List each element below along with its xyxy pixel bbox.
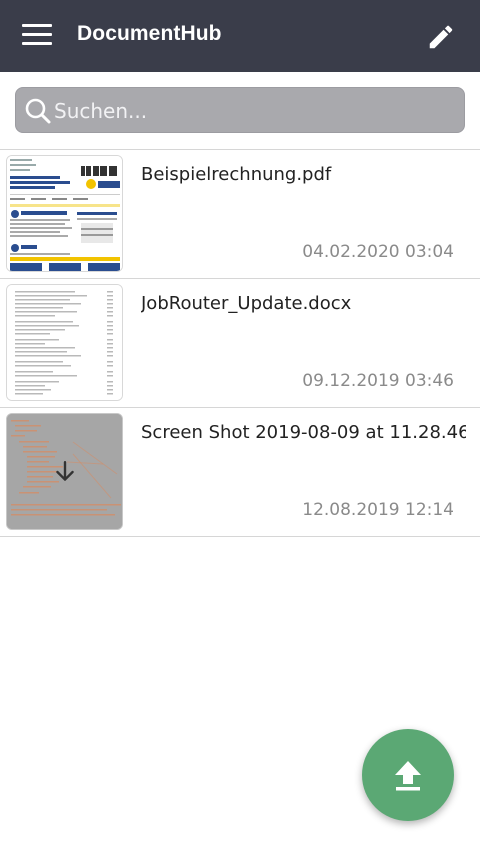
- document-thumbnail: [6, 284, 123, 401]
- app-bar: DocumentHub: [0, 0, 480, 72]
- search-icon: [25, 98, 51, 124]
- document-list: Beispielrechnung.pdf 04.02.2020 03:04 Jo…: [0, 150, 480, 537]
- menu-button[interactable]: [22, 24, 56, 48]
- document-thumbnail: [6, 155, 123, 272]
- upload-fab-button[interactable]: [362, 729, 454, 821]
- app-title: DocumentHub: [77, 22, 222, 45]
- file-name: Screen Shot 2019-08-09 at 11.28.46 ...: [141, 422, 466, 443]
- download-arrow-icon: [56, 461, 74, 481]
- search-input[interactable]: [54, 94, 454, 128]
- file-date: 12.08.2019 12:14: [302, 500, 454, 520]
- file-date: 09.12.2019 03:46: [302, 371, 454, 391]
- pencil-icon: [429, 25, 453, 49]
- boarding-pass-preview-icon: [7, 156, 122, 271]
- hamburger-menu-icon: [22, 24, 56, 45]
- upload-icon: [395, 761, 421, 791]
- edit-button[interactable]: [426, 22, 456, 52]
- document-page-preview-icon: [7, 285, 122, 400]
- document-row[interactable]: JobRouter_Update.docx 09.12.2019 03:46: [0, 279, 480, 408]
- file-date: 04.02.2020 03:04: [302, 242, 454, 262]
- search-bar-container: [0, 72, 480, 149]
- search-box[interactable]: [15, 87, 465, 133]
- file-name: Beispielrechnung.pdf: [141, 164, 332, 185]
- document-thumbnail: [6, 413, 123, 530]
- document-row[interactable]: Beispielrechnung.pdf 04.02.2020 03:04: [0, 150, 480, 279]
- file-name: JobRouter_Update.docx: [141, 293, 352, 314]
- document-row[interactable]: Screen Shot 2019-08-09 at 11.28.46 ... 1…: [0, 408, 480, 537]
